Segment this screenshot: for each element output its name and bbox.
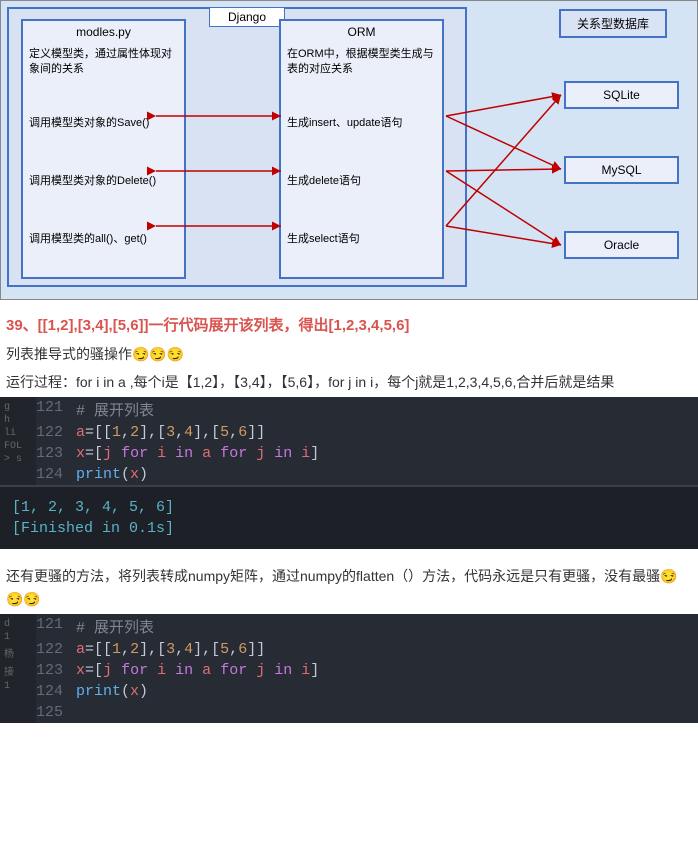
- code-content: x=[j for i in a for j in i]: [76, 662, 319, 679]
- paragraph: 列表推导式的骚操作😏😏😏: [0, 341, 698, 369]
- editor-sidebar: d1杨接1: [0, 614, 36, 723]
- django-orm-diagram: Django modles.py 定义模型类，通过属性体现对象间的关系 调用模型…: [0, 0, 698, 300]
- line-number: 121: [36, 616, 76, 637]
- line-number: 121: [36, 399, 76, 420]
- code-content: # 展开列表: [76, 399, 154, 420]
- django-label: Django: [209, 7, 285, 27]
- code-line: 124print(x): [36, 464, 698, 485]
- code-line: 123x=[j for i in a for j in i]: [36, 660, 698, 681]
- code-content: a=[[1,2],[3,4],[5,6]]: [76, 424, 265, 441]
- code-line: 124print(x): [36, 681, 698, 702]
- output-block: [1, 2, 3, 4, 5, 6] [Finished in 0.1s]: [0, 485, 698, 549]
- code-content: print(x): [76, 466, 148, 483]
- line-number: 122: [36, 641, 76, 658]
- code-line: 121# 展开列表: [36, 614, 698, 639]
- code-content: print(x): [76, 683, 148, 700]
- code-content: x=[j for i in a for j in i]: [76, 445, 319, 462]
- code-line: 122a=[[1,2],[3,4],[5,6]]: [36, 422, 698, 443]
- models-title: modles.py: [23, 21, 184, 43]
- emoji-icon: 😏😏😏: [132, 346, 184, 362]
- orm-item: 生成delete语句: [281, 168, 442, 192]
- line-number: 124: [36, 466, 76, 483]
- orm-box: ORM 在ORM中，根据模型类生成与表的对应关系 生成insert、update…: [279, 19, 444, 279]
- code-content: # 展开列表: [76, 616, 154, 637]
- db-item: MySQL: [564, 156, 679, 184]
- models-item: 调用模型类对象的Save(): [23, 110, 184, 134]
- code-line: 122a=[[1,2],[3,4],[5,6]]: [36, 639, 698, 660]
- para-text: 列表推导式的骚操作: [6, 346, 132, 362]
- models-item: 调用模型类的all()、get(): [23, 226, 184, 250]
- orm-title: ORM: [281, 21, 442, 43]
- code-line: 121# 展开列表: [36, 397, 698, 422]
- code-line: 123x=[j for i in a for j in i]: [36, 443, 698, 464]
- paragraph: 还有更骚的方法，将列表转成numpy矩阵，通过numpy的flatten（）方法…: [0, 563, 698, 615]
- code-block-2: d1杨接1 121# 展开列表122a=[[1,2],[3,4],[5,6]]1…: [0, 614, 698, 723]
- code-block-1: ghliFOL> s 121# 展开列表122a=[[1,2],[3,4],[5…: [0, 397, 698, 485]
- editor-sidebar: ghliFOL> s: [0, 397, 36, 485]
- line-number: 124: [36, 683, 76, 700]
- db-item: Oracle: [564, 231, 679, 259]
- db-item: SQLite: [564, 81, 679, 109]
- models-item: 调用模型类对象的Delete(): [23, 168, 184, 192]
- models-box: modles.py 定义模型类，通过属性体现对象间的关系 调用模型类对象的Sav…: [21, 19, 186, 279]
- line-number: 123: [36, 445, 76, 462]
- django-container: Django modles.py 定义模型类，通过属性体现对象间的关系 调用模型…: [7, 7, 467, 287]
- code-content: a=[[1,2],[3,4],[5,6]]: [76, 641, 265, 658]
- orm-item: 生成select语句: [281, 226, 442, 250]
- orm-item: 生成insert、update语句: [281, 110, 442, 134]
- para-text: 还有更骚的方法，将列表转成numpy矩阵，通过numpy的flatten（）方法…: [6, 568, 660, 584]
- code-line: 125: [36, 702, 698, 723]
- question-heading: 39、[[1,2],[3,4],[5,6]]一行代码展开该列表，得出[1,2,3…: [0, 300, 698, 341]
- line-number: 125: [36, 704, 76, 721]
- line-number: 122: [36, 424, 76, 441]
- models-desc: 定义模型类，通过属性体现对象间的关系: [23, 43, 184, 82]
- line-number: 123: [36, 662, 76, 679]
- db-label: 关系型数据库: [559, 9, 667, 38]
- paragraph: 运行过程：for i in a ,每个i是【1,2】，【3,4】，【5,6】，f…: [0, 369, 698, 397]
- orm-desc: 在ORM中，根据模型类生成与表的对应关系: [281, 43, 442, 82]
